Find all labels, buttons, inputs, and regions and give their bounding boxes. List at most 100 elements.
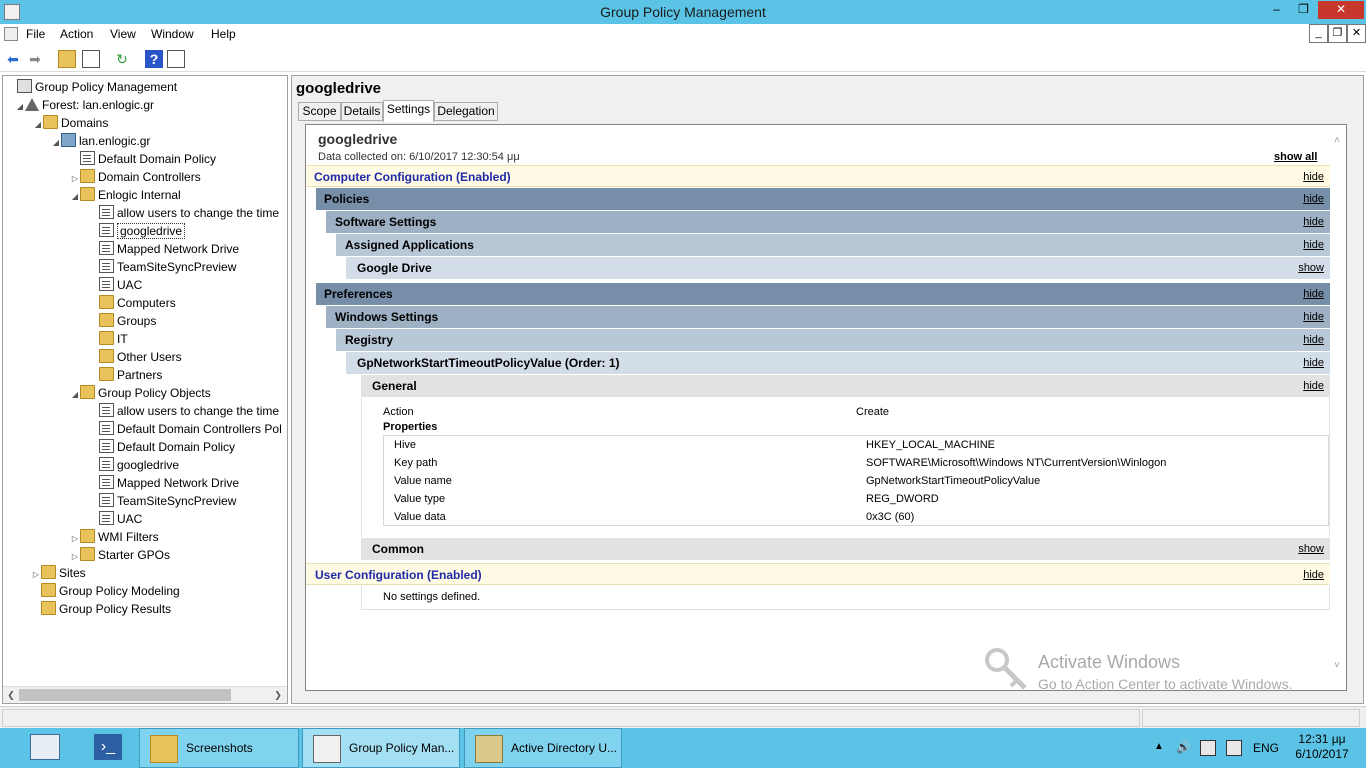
mdi-close-button[interactable]: ✕ [1347,24,1366,43]
tree-item[interactable]: Group Policy Management [7,78,177,96]
console-tree: Group Policy Management ◢ Forest: lan.enlo… [2,75,288,704]
forward-icon[interactable]: ➡ [26,50,44,68]
tree-item[interactable]: Partners [89,366,162,384]
action-center-icon[interactable] [1226,740,1242,756]
tree-item[interactable]: ▷ Domain Controllers [70,168,201,186]
taskbar-item-screenshots[interactable]: Screenshots [139,728,299,768]
hide-link[interactable]: hide [1303,234,1324,256]
tree-item[interactable]: ▷ WMI Filters [70,528,159,546]
mdi-minimize-button[interactable]: _ [1309,24,1328,43]
tree-item[interactable]: TeamSiteSyncPreview [89,492,236,510]
tree-item[interactable]: ◢ Forest: lan.enlogic.gr [15,96,154,114]
report-scrollbar[interactable]: ˄ ˅ [1331,135,1343,680]
tab-details[interactable]: Details [341,102,383,121]
scroll-thumb[interactable] [19,689,231,701]
scroll-up-arrow[interactable]: ˄ [1331,135,1343,146]
tab-delegation[interactable]: Delegation [434,102,498,121]
tree-item[interactable]: Default Domain Controllers Pol [89,420,282,438]
tree-item[interactable]: ▷ Sites [31,564,86,582]
volume-muted-icon[interactable]: 🔊 [1176,740,1192,756]
hide-link[interactable]: hide [1303,352,1324,374]
tab-settings[interactable]: Settings [383,100,434,122]
expander-icon[interactable]: ◢ [15,98,25,116]
tree-item[interactable]: allow users to change the time [89,204,279,222]
tree-horizontal-scrollbar[interactable]: ❮ ❯ [3,686,287,703]
taskbar-item-group-policy[interactable]: Group Policy Man... [302,728,460,768]
hide-link[interactable]: hide [1303,306,1324,328]
tree-item[interactable]: Groups [89,312,156,330]
folder-icon [99,331,114,345]
tree-item[interactable]: Computers [89,294,176,312]
tab-scope[interactable]: Scope [298,102,341,121]
scroll-down-arrow[interactable]: ˅ [1331,660,1343,671]
expander-icon[interactable]: ◢ [33,116,43,134]
tree-item-label: TeamSiteSyncPreview [117,260,237,274]
show-hidden-icons-chevron[interactable]: ▲ [1154,741,1164,768]
hide-link[interactable]: hide [1303,211,1324,233]
tree-item[interactable]: Mapped Network Drive [89,474,239,492]
tree-item[interactable]: Group Policy Results [31,600,171,618]
tree-item[interactable]: TeamSiteSyncPreview [89,258,236,276]
tree-item[interactable]: ◢ Group Policy Objects [70,384,211,402]
gpo-icon [99,403,114,417]
expander-icon[interactable]: ◢ [51,134,61,152]
scroll-right-arrow[interactable]: ❯ [271,688,285,702]
menu-window[interactable]: Window [151,27,194,41]
tree-item-label: WMI Filters [98,530,159,544]
tree-item-label: TeamSiteSyncPreview [117,494,237,508]
tree-item[interactable]: Default Domain Policy [89,438,235,456]
server-manager-button[interactable] [28,728,64,768]
show-hide-tree-icon[interactable] [82,50,100,68]
hide-link[interactable]: hide [1303,329,1324,351]
tree-item[interactable]: ▷ Starter GPOs [70,546,170,564]
hide-link[interactable]: hide [1303,166,1324,188]
tree-item[interactable]: googledrive [89,222,186,240]
menu-view[interactable]: View [110,27,136,41]
registry-item-header: GpNetworkStartTimeoutPolicyValue (Order:… [346,352,1330,374]
refresh-icon[interactable]: ↻ [113,50,131,68]
mdi-restore-button[interactable]: ❐ [1328,24,1347,43]
maximize-button[interactable]: ❐ [1291,1,1316,19]
preferences-header: Preferences hide [316,283,1330,305]
expander-icon[interactable]: ◢ [70,188,80,206]
tree-item[interactable]: ◢ lan.enlogic.gr [51,132,150,150]
show-link[interactable]: show [1298,538,1324,560]
tree-item[interactable]: ◢ Domains [33,114,108,132]
gpo-icon [99,241,114,255]
close-button[interactable]: ✕ [1318,1,1364,19]
menu-file[interactable]: File [26,27,45,41]
tree-item[interactable]: allow users to change the time [89,402,279,420]
hide-link[interactable]: hide [1303,375,1324,397]
help-icon[interactable]: ? [145,50,163,68]
tree-item[interactable]: Default Domain Policy [70,150,216,168]
hide-link[interactable]: hide [1303,564,1324,586]
menu-help[interactable]: Help [211,27,236,41]
hide-link[interactable]: hide [1303,283,1324,305]
tree-item[interactable]: Mapped Network Drive [89,240,239,258]
scroll-left-arrow[interactable]: ❮ [4,688,18,702]
minimize-button[interactable]: – [1264,1,1289,19]
hide-link[interactable]: hide [1303,188,1324,210]
tree-item[interactable]: Group Policy Modeling [31,582,180,600]
tree-item[interactable]: Other Users [89,348,182,366]
language-indicator[interactable]: ENG [1253,741,1279,768]
tree-item[interactable]: googledrive [89,456,179,474]
tree-item[interactable]: UAC [89,510,142,528]
taskbar-item-active-directory[interactable]: Active Directory U... [464,728,622,768]
expander-icon[interactable]: ◢ [70,386,80,404]
tree-item-label: Enlogic Internal [98,188,181,202]
back-icon[interactable]: ⬅ [4,50,22,68]
show-action-pane-icon[interactable] [167,50,185,68]
network-icon[interactable] [1200,740,1216,756]
tree-item[interactable]: ◢ Enlogic Internal [70,186,181,204]
up-folder-icon[interactable] [58,50,76,68]
tree-item[interactable]: UAC [89,276,142,294]
menu-action[interactable]: Action [60,27,93,41]
powershell-button[interactable]: ›_ [92,728,126,768]
status-bar [0,706,1366,728]
tree-item[interactable]: IT [89,330,128,348]
document-icon[interactable] [4,27,18,41]
clock[interactable]: 12:31 μμ 6/10/2017 [1288,732,1356,768]
show-all-link[interactable]: show all [1274,151,1317,163]
show-link[interactable]: show [1298,257,1324,279]
